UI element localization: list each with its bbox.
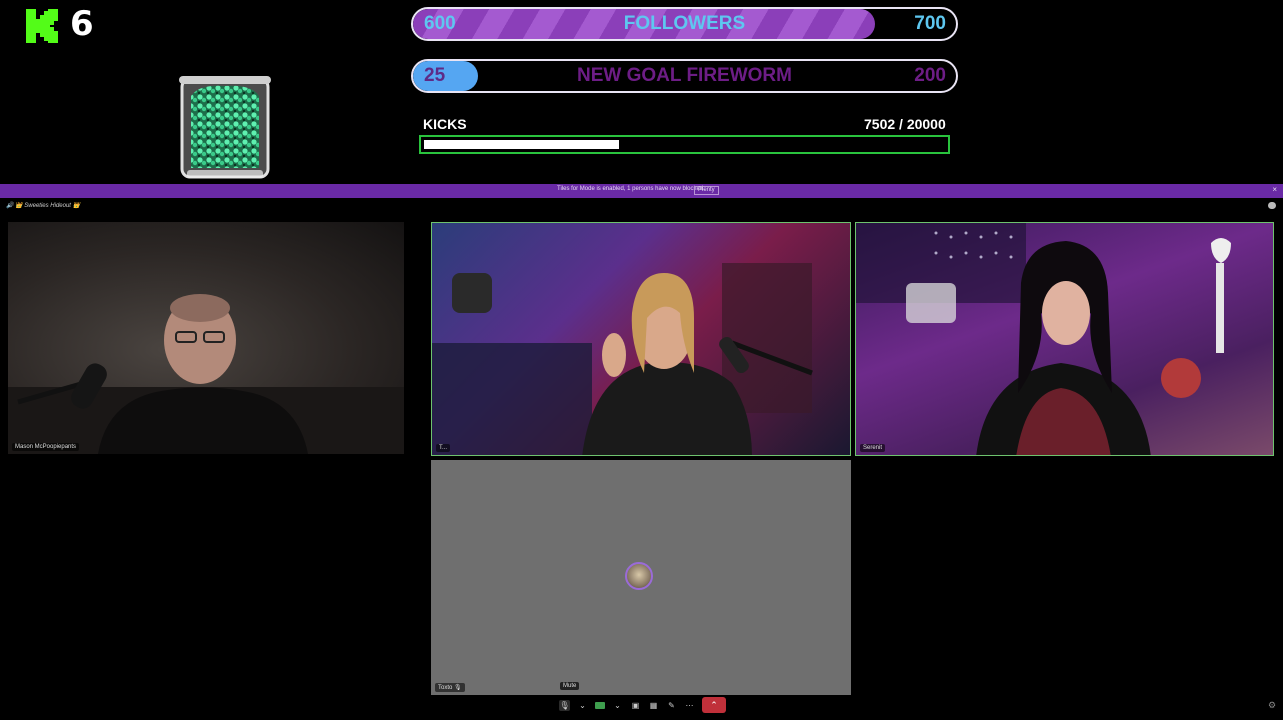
gear-icon[interactable]: ⚙ — [1268, 700, 1276, 711]
grid-view-icon[interactable]: ▦ — [648, 700, 659, 711]
meeting-title: 🔊 👑 Sweeties Hideout 👑 — [6, 203, 81, 209]
participant-name: Mason McPoopiepants — [12, 443, 80, 451]
reactions-icon[interactable]: ✎ — [666, 700, 677, 711]
share-screen-icon[interactable]: ▣ — [630, 700, 641, 711]
more-options-icon[interactable]: ⋯ — [684, 700, 695, 711]
notice-banner: Tiles for Mode is enabled, 1 persons hav… — [0, 184, 1283, 198]
participant-video — [432, 263, 813, 455]
meeting-control-bar: 🎙 ⌄ ⌄ ▣ ▦ ✎ ⋯ ⌃ — [559, 697, 726, 713]
participant-tile-center[interactable]: T... — [431, 222, 851, 456]
chevron-down-icon[interactable]: ⌄ — [612, 700, 623, 711]
participant-name: Toxto 🎙 — [435, 683, 465, 692]
participant-video — [8, 294, 404, 454]
participant-tile-toxto[interactable]: Toxto 🎙 — [431, 460, 851, 695]
leave-call-button[interactable]: ⌃ — [702, 697, 726, 713]
mute-tooltip: Mute — [560, 682, 580, 690]
participant-name: T... — [436, 444, 451, 452]
kick-logo-icon — [26, 9, 58, 43]
participant-tile-mason[interactable]: Mason McPoopiepants — [8, 222, 404, 454]
kicks-progress-fill — [424, 140, 620, 149]
fireworm-goal-title: NEW GOAL FIREWORM — [577, 65, 792, 86]
notice-text: Tiles for Mode is enabled, 1 persons hav… — [557, 186, 705, 192]
followers-goal-title: FOLLOWERS — [623, 13, 746, 34]
followers-goal-bar: 600 FOLLOWERS 700 — [411, 7, 958, 41]
fireworm-goal-bar: 25 NEW GOAL FIREWORM 200 — [411, 59, 958, 93]
notice-link-button[interactable]: Plenty — [694, 186, 719, 195]
kicks-value: 7502 / 20000 — [864, 116, 946, 132]
mic-icon[interactable]: 🎙 — [559, 699, 570, 711]
close-icon[interactable]: × — [1272, 185, 1277, 194]
kicks-label: KICKS — [423, 116, 467, 132]
followers-goal-end: 700 — [914, 13, 946, 34]
participant-tile-serenity[interactable]: Serenit — [855, 222, 1274, 456]
fireworm-goal-end: 200 — [914, 65, 946, 86]
participant-name: Serenit — [860, 444, 886, 452]
kicks-progress-bar — [419, 135, 950, 154]
avatar — [625, 562, 653, 590]
participant-video — [856, 223, 1231, 455]
tip-jar-icon — [179, 76, 271, 179]
kick-count: 6 — [70, 4, 94, 44]
camera-icon[interactable] — [595, 701, 605, 709]
chat-icon[interactable] — [1268, 202, 1276, 209]
chevron-down-icon[interactable]: ⌄ — [577, 700, 588, 711]
